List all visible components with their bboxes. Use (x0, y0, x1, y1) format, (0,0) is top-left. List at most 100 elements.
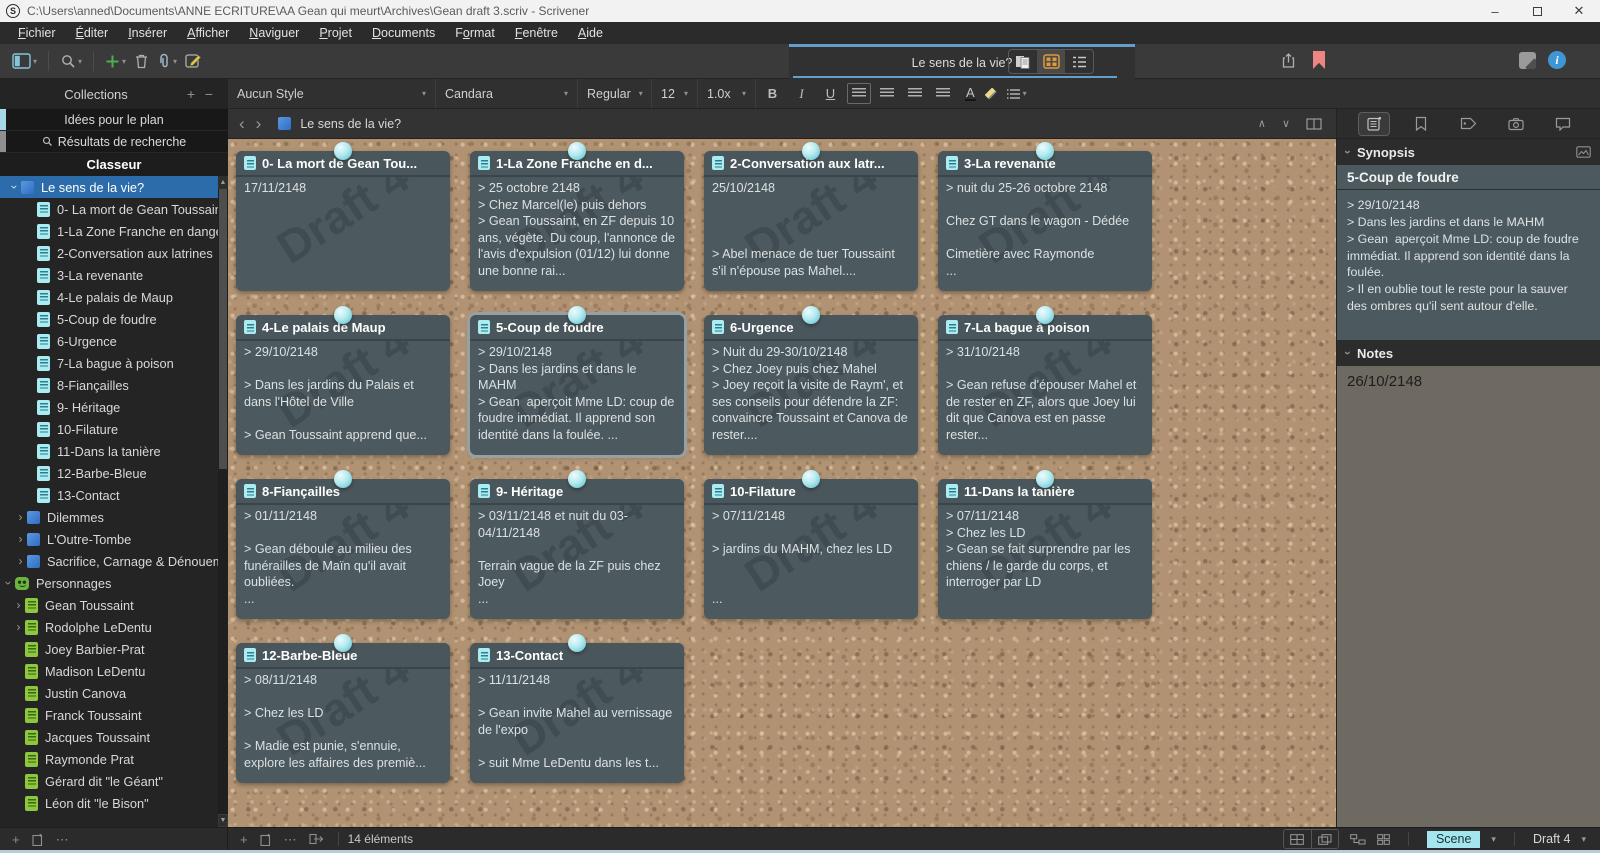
minimize-button[interactable]: – (1474, 0, 1516, 22)
chevron-right-icon[interactable]: › (14, 555, 27, 567)
binder-item-2-conversation-aux-latrines[interactable]: 2-Conversation aux latrines (0, 242, 218, 264)
align-justify-button[interactable] (903, 83, 927, 104)
binder-item-rodolphe-ledentu[interactable]: › Rodolphe LeDentu (0, 616, 218, 638)
list-format-button[interactable]: ▾ (1006, 88, 1027, 100)
binder-item-gerard-dit-le-geant[interactable]: Gérard dit "le Géant" (0, 770, 218, 792)
binder-item-9-heritage[interactable]: 9- Héritage (0, 396, 218, 418)
binder-item-gean-toussaint[interactable]: › Gean Toussaint (0, 594, 218, 616)
font-variant-select[interactable]: Regular ▾ (578, 79, 652, 108)
binder-item-personnages[interactable]: › Personnages (0, 572, 218, 594)
menu-afficher[interactable]: Afficher (177, 26, 239, 40)
binder-item-6-urgence[interactable]: 6-Urgence (0, 330, 218, 352)
index-card-2-conversation-aux-latr[interactable]: Draft 4 2-Conversation aux latr... 25/10/2… (704, 142, 918, 291)
index-card-12-barbe-bleue[interactable]: Draft 4 12-Barbe-Bleue > 08/11/2148 > Chez… (236, 634, 450, 783)
notes-text[interactable]: 26/10/2148 (1337, 366, 1600, 827)
nav-back-button[interactable]: ‹ (228, 115, 256, 132)
bold-button[interactable]: B (760, 86, 785, 101)
section-type-dropdown-icon[interactable]: ▾ (1491, 834, 1496, 845)
menu-aide[interactable]: Aide (568, 26, 613, 40)
compose-mode-button[interactable] (1519, 52, 1536, 69)
maximize-button[interactable] (1516, 0, 1558, 22)
binder-item-5-coup-de-foudre[interactable]: 5-Coup de foudre (0, 308, 218, 330)
stacked-view-button[interactable] (1310, 830, 1338, 848)
index-card-11-dans-la-taniere[interactable]: Draft 4 11-Dans la tanière > 07/11/2148 > … (938, 470, 1152, 619)
bookmark-button[interactable] (1313, 51, 1325, 69)
binder-item-8-fiancailles[interactable]: 8-Fiançailles (0, 374, 218, 396)
add-card-button[interactable]: + (234, 833, 254, 846)
binder-item-0-la-mort-de-gean-toussaint[interactable]: 0- La mort de Gean Toussaint (0, 198, 225, 220)
align-center-button[interactable] (875, 83, 899, 104)
font-size-select[interactable]: 12 ▾ (652, 79, 698, 108)
export-button[interactable] (303, 833, 331, 845)
next-document-button[interactable]: ∨ (1282, 117, 1290, 130)
binder-item-10-filature[interactable]: 10-Filature (0, 418, 218, 440)
inspector-bookmarks-tab[interactable] (1405, 112, 1437, 136)
chevron-down-icon[interactable]: › (8, 181, 22, 194)
chevron-right-icon[interactable]: › (14, 511, 27, 523)
index-card-10-filature[interactable]: Draft 4 10-Filature > 07/11/2148 > jardins… (704, 470, 918, 619)
binder-item-madison-ledentu[interactable]: Madison LeDentu (0, 660, 218, 682)
binder-item-1-la-zone-franche-en-danger[interactable]: 1-La Zone Franche en danger (0, 220, 227, 242)
index-card-3-la-revenante[interactable]: Draft 4 3-La revenante > nuit du 25-26 oct… (938, 142, 1152, 291)
underline-button[interactable]: U (818, 86, 843, 101)
add-collection-button[interactable]: + (182, 86, 200, 102)
grid-view-button[interactable] (1284, 830, 1311, 848)
image-icon[interactable] (1576, 146, 1591, 158)
binder-item-13-contact[interactable]: 13-Contact (0, 484, 218, 506)
chevron-right-icon[interactable]: › (12, 621, 25, 633)
text-color-button[interactable]: A (965, 86, 976, 101)
scrollbar-thumb[interactable] (219, 189, 227, 469)
binder-item-justin-canova[interactable]: Justin Canova (0, 682, 218, 704)
nav-forward-button[interactable]: › (256, 115, 273, 132)
italic-button[interactable]: I (789, 86, 814, 102)
binder-item-11-dans-la-taniere[interactable]: 11-Dans la tanière (0, 440, 218, 462)
menu-editer[interactable]: Éditer (66, 26, 119, 40)
align-right-button[interactable] (931, 83, 955, 104)
share-button[interactable] (1280, 52, 1297, 74)
more-options-button[interactable]: ⋯ (50, 833, 75, 846)
more-actions-button[interactable]: ⋯ (278, 833, 303, 846)
index-card-0-la-mort-de-gean-tou[interactable]: Draft 4 0- La mort de Gean Tou... 17/11/21… (236, 142, 450, 291)
menu-fenetre[interactable]: Fenêtre (505, 26, 568, 40)
inspector-comments-tab[interactable] (1547, 112, 1579, 136)
binder-item-12-barbe-bleue[interactable]: 12-Barbe-Bleue (0, 462, 218, 484)
add-document-button[interactable]: + (6, 833, 26, 846)
chevron-right-icon[interactable]: › (14, 533, 27, 545)
freeform-arrange-button[interactable] (1350, 833, 1366, 845)
align-left-button[interactable] (847, 83, 871, 104)
corkboard-view-button[interactable] (1037, 50, 1065, 73)
index-card-9-heritage[interactable]: Draft 4 9- Héritage > 03/11/2148 et nuit d… (470, 470, 684, 619)
remove-collection-button[interactable]: − (200, 86, 218, 102)
index-card-4-le-palais-de-maup[interactable]: Draft 4 4-Le palais de Maup > 29/10/2148 >… (236, 306, 450, 455)
binder-item-jacques-toussaint[interactable]: Jacques Toussaint (0, 726, 218, 748)
binder-item-raymonde-prat[interactable]: Raymonde Prat (0, 748, 218, 770)
style-select[interactable]: Aucun Style ▾ (228, 79, 436, 108)
index-card-13-contact[interactable]: Draft 4 13-Contact > 11/11/2148 > Gean inv… (470, 634, 684, 783)
section-type-badge[interactable]: Scene (1426, 830, 1481, 848)
collection-resultats-de-recherche[interactable]: Résultats de recherche (0, 131, 228, 153)
menu-format[interactable]: Format (445, 26, 505, 40)
label-group-dropdown-icon[interactable]: ▾ (1581, 834, 1586, 845)
outline-view-button[interactable] (1065, 50, 1093, 73)
line-spacing-select[interactable]: 1.0x ▾ (698, 79, 756, 108)
index-card-6-urgence[interactable]: Draft 4 6-Urgence > Nuit du 29-30/10/2148 … (704, 306, 918, 455)
font-select[interactable]: Candara ▾ (436, 79, 578, 108)
index-card-5-coup-de-foudre[interactable]: Draft 4 5-Coup de foudre > 29/10/2148 > Da… (470, 306, 684, 455)
menu-projet[interactable]: Projet (309, 26, 362, 40)
binder-item-leon-dit-le-bison[interactable]: Léon dit "le Bison" (0, 792, 218, 814)
collection-idees-pour-le-plan[interactable]: Idées pour le plan (0, 109, 228, 131)
inspector-keywords-tab[interactable] (1452, 112, 1484, 136)
info-button[interactable]: i (1548, 51, 1566, 69)
binder-item-le-sens-de-la-vie[interactable]: › Le sens de la vie? (0, 176, 218, 198)
menu-fichier[interactable]: Fichier (8, 26, 66, 40)
scroll-up-icon[interactable]: ▲ (218, 176, 228, 189)
menu-naviguer[interactable]: Naviguer (239, 26, 309, 40)
previous-document-button[interactable]: ∧ (1258, 117, 1266, 130)
label-group[interactable]: Draft 4 (1533, 832, 1571, 846)
add-item-button[interactable]: ▾ (101, 54, 130, 69)
close-button[interactable]: ✕ (1558, 0, 1600, 22)
notes-section-header[interactable]: › Notes (1337, 340, 1600, 366)
document-view-button[interactable] (1009, 50, 1037, 73)
synopsis-card[interactable]: 5-Coup de foudre > 29/10/2148 > Dans les… (1337, 165, 1600, 340)
binder-item-7-la-bague-a-poison[interactable]: 7-La bague à poison (0, 352, 218, 374)
